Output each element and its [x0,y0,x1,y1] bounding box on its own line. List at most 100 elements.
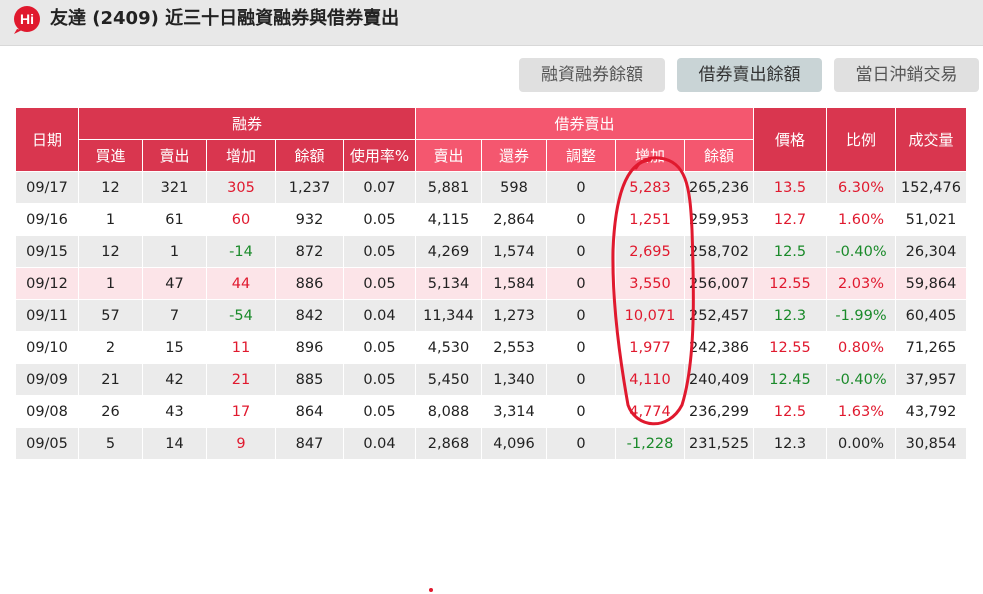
col-lend-bal-header: 餘額 [684,139,754,172]
col-date-header: 日期 [15,107,79,172]
cell-price: 12.45 [753,363,827,396]
cell-volume: 26,304 [895,235,967,268]
cell-lend-return: 4,096 [481,427,547,460]
cell-margin-bal: 896 [275,331,344,364]
cell-lend-sell: 5,450 [415,363,482,396]
cell-margin-sell: 7 [142,299,207,332]
col-price-header: 價格 [753,107,827,172]
cell-date: 09/05 [15,427,79,460]
cell-lend-sell: 5,881 [415,171,482,204]
table-row: 09/05 5 14 9 847 0.04 2,868 4,096 0 -1,228 231,525… [15,427,967,460]
cell-lend-bal: 256,007 [684,267,754,300]
cell-date: 09/08 [15,395,79,428]
cell-margin-bal: 932 [275,203,344,236]
cell-date: 09/10 [15,331,79,364]
cell-margin-bal: 864 [275,395,344,428]
logo-text: Hi [20,11,34,27]
tab-day-trading[interactable]: 當日沖銷交易 [834,58,979,92]
table-row: 09/09 21 42 21 885 0.05 5,450 1,340 0 4,110 240,40… [15,363,967,396]
table-row: 09/08 26 43 17 864 0.05 8,088 3,314 0 4,774 236,29… [15,395,967,428]
col-margin-buy-header: 買進 [78,139,143,172]
cell-lend-inc: -1,228 [615,427,685,460]
cell-lend-adj: 0 [546,299,616,332]
page-title: 友達 (2409) 近三十日融資融券與借券賣出 [50,8,400,29]
cell-margin-inc: 17 [206,395,276,428]
cell-lend-sell: 2,868 [415,427,482,460]
cell-lend-return: 1,273 [481,299,547,332]
cell-margin-inc: 305 [206,171,276,204]
cell-date: 09/17 [15,171,79,204]
cell-price: 12.55 [753,331,827,364]
cell-price: 12.5 [753,235,827,268]
cell-lend-adj: 0 [546,427,616,460]
cell-lend-adj: 0 [546,331,616,364]
cell-margin-sell: 15 [142,331,207,364]
cell-lend-inc: 5,283 [615,171,685,204]
cell-date: 09/15 [15,235,79,268]
cell-ratio: 2.03% [826,267,896,300]
cell-margin-usage: 0.05 [343,331,416,364]
cell-margin-inc: 21 [206,363,276,396]
cell-price: 12.3 [753,427,827,460]
cell-lend-sell: 4,115 [415,203,482,236]
cell-lend-bal: 242,386 [684,331,754,364]
col-margin-bal-header: 餘額 [275,139,344,172]
cell-margin-buy: 2 [78,331,143,364]
tab-bar: 融資融券餘額 借券賣出餘額 當日沖銷交易 [0,58,983,94]
cell-lend-return: 3,314 [481,395,547,428]
cell-margin-bal: 885 [275,363,344,396]
cell-lend-return: 2,864 [481,203,547,236]
cell-price: 12.55 [753,267,827,300]
cell-price: 12.3 [753,299,827,332]
cell-lend-bal: 258,702 [684,235,754,268]
cell-lend-bal: 231,525 [684,427,754,460]
cell-margin-sell: 1 [142,235,207,268]
col-margin-usage-header: 使用率% [343,139,416,172]
cell-margin-bal: 847 [275,427,344,460]
tab-lending-balance[interactable]: 借券賣出餘額 [677,58,822,92]
cell-margin-inc: 60 [206,203,276,236]
cell-lend-inc: 10,071 [615,299,685,332]
cell-price: 13.5 [753,171,827,204]
col-margin-sell-header: 賣出 [142,139,207,172]
tab-margin-balance[interactable]: 融資融券餘額 [519,58,665,92]
cell-volume: 43,792 [895,395,967,428]
cell-margin-buy: 57 [78,299,143,332]
cell-lend-sell: 4,530 [415,331,482,364]
col-margin-inc-header: 增加 [206,139,276,172]
cell-margin-bal: 842 [275,299,344,332]
cell-margin-buy: 1 [78,203,143,236]
cell-lend-return: 598 [481,171,547,204]
table-row: 09/11 57 7 -54 842 0.04 11,344 1,273 0 10,071 252,… [15,299,967,332]
cell-lend-inc: 1,977 [615,331,685,364]
cell-volume: 59,864 [895,267,967,300]
cell-lend-sell: 11,344 [415,299,482,332]
cell-margin-buy: 21 [78,363,143,396]
col-ratio-header: 比例 [826,107,896,172]
cell-ratio: 0.80% [826,331,896,364]
table-row: 09/16 1 61 60 932 0.05 4,115 2,864 0 1,251 259,953… [15,203,967,236]
lending-group-header: 借券賣出 [415,107,754,140]
cell-lend-bal: 240,409 [684,363,754,396]
cell-lend-inc: 3,550 [615,267,685,300]
col-lend-adj-header: 調整 [546,139,616,172]
annotation-dot [429,588,433,592]
cell-lend-sell: 8,088 [415,395,482,428]
cell-lend-return: 1,584 [481,267,547,300]
table-row: 09/12 1 47 44 886 0.05 5,134 1,584 0 3,550 256,007… [15,267,967,300]
cell-lend-inc: 4,110 [615,363,685,396]
cell-margin-buy: 5 [78,427,143,460]
cell-margin-usage: 0.05 [343,363,416,396]
cell-lend-adj: 0 [546,395,616,428]
cell-margin-inc: 44 [206,267,276,300]
cell-margin-sell: 61 [142,203,207,236]
cell-lend-inc: 1,251 [615,203,685,236]
cell-date: 09/16 [15,203,79,236]
cell-ratio: -1.99% [826,299,896,332]
margin-group-header: 融券 [78,107,416,140]
cell-margin-buy: 12 [78,235,143,268]
cell-lend-return: 1,340 [481,363,547,396]
cell-lend-bal: 252,457 [684,299,754,332]
table-body: 09/17 12 321 305 1,237 0.07 5,881 598 0 5,283 265,… [15,171,967,460]
cell-volume: 51,021 [895,203,967,236]
